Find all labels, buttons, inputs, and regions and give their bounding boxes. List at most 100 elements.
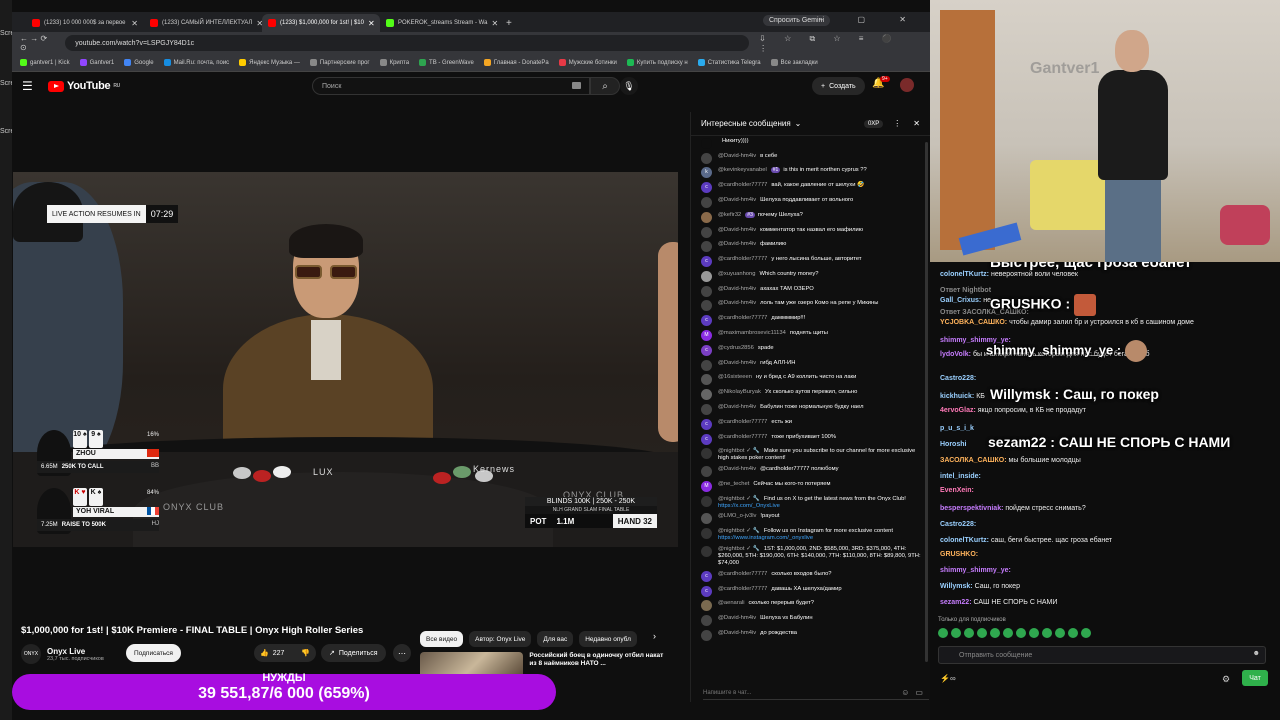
avatar[interactable] — [701, 545, 712, 557]
avatar[interactable] — [701, 466, 712, 478]
chat-author[interactable]: @kefir32 — [718, 212, 741, 218]
avatar[interactable] — [701, 528, 712, 540]
chat-link[interactable]: https://www.instagram.com/_onyxlive — [718, 535, 813, 541]
chat-author[interactable]: @16sixteeen — [718, 374, 752, 380]
more-icon[interactable]: ⋮ — [893, 119, 901, 128]
stream-chat-user[interactable]: ЗАСОЛКА_САШКО: — [940, 457, 1007, 464]
chat-author[interactable]: @David-hm4iv — [718, 404, 756, 410]
chat-author[interactable]: @cardholder77777 — [718, 256, 767, 262]
search-input[interactable]: Поиск — [312, 77, 590, 95]
stream-chat-user[interactable]: besperspektivniak: — [940, 505, 1003, 512]
keyboard-icon[interactable] — [572, 82, 581, 89]
chat-send-button[interactable]: Чат — [1242, 670, 1268, 686]
close-icon[interactable]: ✕ — [368, 19, 375, 28]
bookmark-item[interactable]: TB - GreenWave — [419, 59, 474, 66]
chat-tools-icons[interactable]: ⚡∞ — [940, 674, 956, 683]
bookmark-item[interactable]: gantver1 | Kick — [20, 59, 70, 66]
chat-author[interactable]: @ne_techet — [718, 481, 749, 487]
bookmark-item[interactable]: Партнерские прог — [309, 59, 370, 66]
avatar[interactable] — [701, 600, 712, 612]
menu-icon[interactable]: ☰ — [22, 79, 48, 93]
stream-chat-user[interactable]: shimmy_shimmy_ye: — [940, 567, 1011, 574]
stream-chat-user[interactable]: sezam22: — [940, 599, 972, 606]
avatar[interactable] — [701, 389, 712, 401]
subscribe-button[interactable]: Подписаться — [126, 644, 181, 662]
chevron-down-icon[interactable]: ⌄ — [795, 119, 802, 128]
chat-author[interactable]: @nightbot ✓ 🔧 — [718, 546, 760, 552]
chat-author[interactable]: @cardholder77777 — [718, 571, 767, 577]
chat-author[interactable]: @David-hm4iv — [718, 153, 756, 159]
chat-author[interactable]: @David-hm4iv — [718, 615, 756, 621]
chat-author[interactable]: @NikolayBuryak — [718, 389, 761, 395]
chat-author[interactable]: @nightbot ✓ 🔧 — [718, 528, 760, 534]
chat-author[interactable]: @cydrus2856 — [718, 345, 754, 351]
search-button[interactable]: ⌕ — [590, 77, 620, 95]
share-button[interactable]: ↗ Поделиться — [321, 644, 386, 662]
avatar[interactable] — [701, 285, 712, 297]
chat-author[interactable]: @cardholder77777 — [718, 315, 767, 321]
video-player[interactable]: LUX Kernews ONYX CLUB ONYX CLUB LIVE ACT… — [13, 172, 678, 547]
nav-buttons[interactable]: ← → ⟳ ⊙ — [20, 34, 55, 52]
chat-author[interactable]: @David-hm4iv — [718, 630, 756, 636]
bookmark-item[interactable]: Яндекс Музыка — — [239, 59, 300, 66]
stream-chat-user[interactable]: Willymsk: — [940, 583, 973, 590]
filter-chip[interactable]: Автор: Onyx Live — [469, 631, 532, 647]
new-tab-button[interactable]: + — [498, 18, 520, 32]
chat-author[interactable]: @nightbot ✓ 🔧 — [718, 448, 760, 454]
avatar[interactable]: k — [701, 167, 712, 179]
close-icon[interactable]: ✕ — [913, 119, 920, 128]
avatar[interactable] — [701, 629, 712, 641]
bookmark-item[interactable]: Google — [124, 59, 154, 66]
thumbs-down-icon[interactable]: 👎 — [301, 649, 310, 657]
chevron-right-icon[interactable]: › — [653, 631, 656, 641]
avatar[interactable]: M — [701, 330, 712, 342]
avatar[interactable] — [701, 495, 712, 507]
bookmark-item[interactable]: Gantver1 — [79, 59, 114, 66]
avatar[interactable] — [701, 615, 712, 627]
avatar[interactable] — [701, 513, 712, 525]
channel-avatar[interactable]: ONYX — [21, 644, 41, 664]
chat-author[interactable]: @cardholder77777 — [718, 182, 767, 188]
emoji-icon[interactable]: ☺▭ — [901, 688, 929, 697]
emote-row[interactable] — [938, 628, 1091, 638]
mic-button[interactable]: 🎙 — [620, 77, 638, 95]
avatar[interactable]: c — [701, 433, 712, 445]
send-message-input[interactable]: Отправить сообщение ☻ — [938, 646, 1266, 664]
stream-chat-user[interactable]: p_u_s_i_k — [940, 425, 974, 432]
stream-chat-user[interactable]: Ответ Nightbot — [940, 287, 991, 294]
avatar[interactable]: c — [701, 182, 712, 194]
avatar[interactable] — [701, 300, 712, 312]
chat-author[interactable]: @David-hm4iv — [718, 300, 756, 306]
avatar[interactable]: c — [701, 585, 712, 597]
avatar[interactable] — [701, 270, 712, 282]
browser-tab[interactable]: (1233) САМЫЙ ИНТЕЛЛЕКТУАЛ ✕ — [144, 14, 262, 32]
browser-tab-active[interactable]: (1233) $1,000,000 for 1st! | $10 ✕ — [262, 14, 380, 32]
avatar[interactable] — [701, 197, 712, 209]
avatar[interactable]: c — [701, 256, 712, 268]
browser-tab[interactable]: (1233) 10 000 000$ за первое ✕ — [26, 14, 144, 32]
bookmark-item[interactable]: Крипта — [379, 59, 409, 66]
chat-author[interactable]: @cardholder77777 — [718, 419, 767, 425]
chat-author[interactable]: @LMO_o-jv3lv — [718, 513, 756, 519]
avatar[interactable] — [701, 137, 712, 149]
scrollbar[interactable] — [925, 142, 928, 662]
avatar[interactable] — [701, 226, 712, 238]
chat-author[interactable]: @David-hm4iv — [718, 197, 756, 203]
chat-input[interactable]: Напишите в чат... ☺▭ — [703, 686, 929, 700]
filter-chip[interactable]: Для вас — [537, 631, 574, 647]
more-button[interactable]: ⋯ — [393, 644, 411, 662]
avatar[interactable] — [701, 403, 712, 415]
stream-chat-user[interactable]: 4ervoGlaz: — [940, 407, 976, 414]
stream-chat-user[interactable]: kickhuick: — [940, 393, 974, 400]
avatar[interactable] — [701, 211, 712, 223]
create-button[interactable]: + Создать — [812, 77, 865, 95]
filter-chip[interactable]: Недавно опубл — [579, 631, 637, 647]
avatar[interactable]: c — [701, 570, 712, 582]
avatar[interactable] — [701, 374, 712, 386]
stream-chat-user[interactable]: Castro228: — [940, 375, 976, 382]
chat-author[interactable]: @David-hm4iv — [718, 227, 756, 233]
chat-author[interactable]: @David-hm4iv — [718, 466, 756, 472]
stream-chat-user[interactable]: colonelTKurtz: — [940, 537, 989, 544]
avatar[interactable] — [701, 448, 712, 460]
bookmark-item[interactable]: Мужские ботинки — [558, 59, 617, 66]
